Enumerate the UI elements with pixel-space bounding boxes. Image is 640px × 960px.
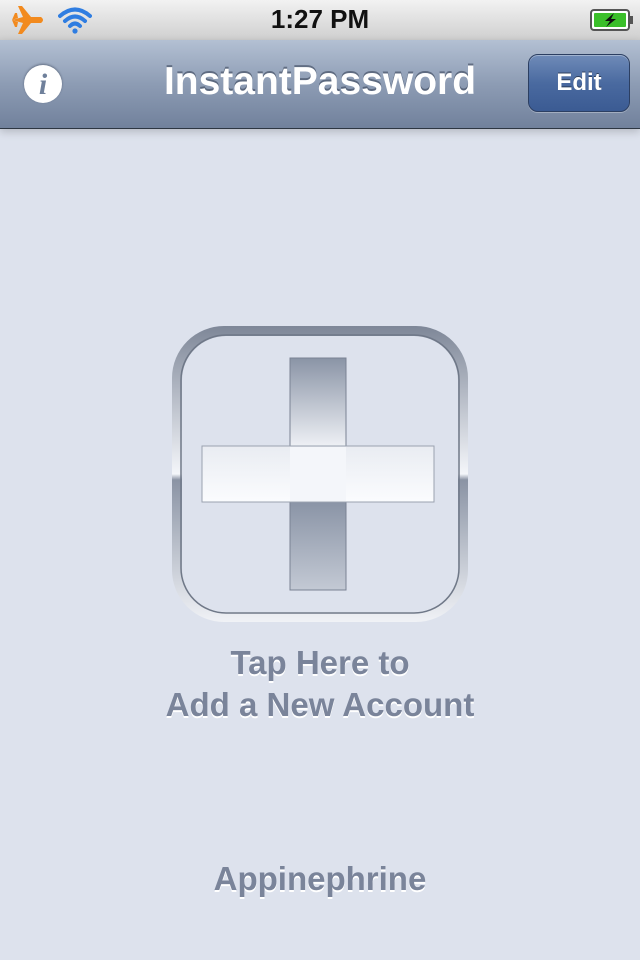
- status-time: 1:27 PM: [270, 4, 370, 34]
- edit-button[interactable]: Edit: [528, 54, 630, 112]
- info-button[interactable]: i: [24, 65, 62, 103]
- add-account-button[interactable]: Tap Here to Add a New Account: [140, 320, 500, 740]
- add-account-prompt-line-1: Tap Here to: [230, 644, 410, 681]
- developer-brand: Appinephrine: [213, 860, 427, 897]
- add-account-prompt-line-2: Add a New Account: [165, 686, 475, 723]
- page-title: InstantPassword: [163, 60, 477, 103]
- navigation-bar: i InstantPassword Edit: [0, 40, 640, 129]
- info-icon: i: [38, 68, 48, 101]
- battery-charging-icon: [590, 9, 633, 31]
- status-bar: 1:27 PM: [0, 0, 640, 41]
- plus-icon: [172, 326, 468, 622]
- screen: 1:27 PM i InstantPassword Edit Tap Here …: [0, 0, 640, 960]
